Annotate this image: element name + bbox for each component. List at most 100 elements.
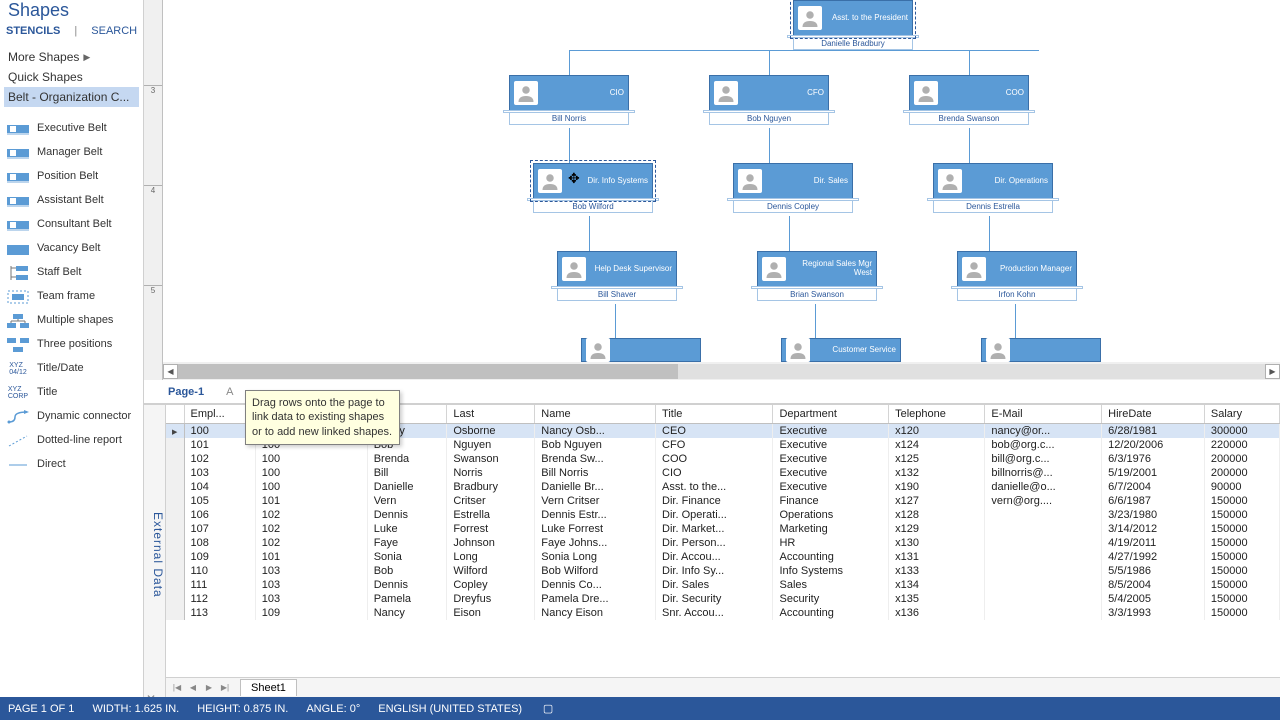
org-node[interactable]: CIOBill Norris bbox=[509, 75, 629, 125]
shapes-tabs: STENCILS | SEARCH bbox=[0, 25, 143, 43]
org-node[interactable]: Regional Sales Mgr WestBrian Swanson bbox=[757, 251, 877, 301]
org-node[interactable]: CFOBob Nguyen bbox=[709, 75, 829, 125]
stencil-label: Three positions bbox=[37, 338, 112, 351]
org-node[interactable]: Dir. Info SystemsBob Wilford bbox=[533, 163, 653, 213]
table-row[interactable]: 112103PamelaDreyfusPamela Dre...Dir. Sec… bbox=[166, 592, 1280, 606]
stencil-selected[interactable]: Belt - Organization C... bbox=[4, 87, 139, 107]
sheet-tab[interactable]: Sheet1 bbox=[240, 679, 297, 696]
tab-stencils[interactable]: STENCILS bbox=[6, 25, 60, 37]
stencil-label: Title/Date bbox=[37, 362, 84, 375]
stencil-label: Consultant Belt bbox=[37, 218, 112, 231]
shapes-panel: Shapes STENCILS | SEARCH More Shapes ▶ Q… bbox=[0, 0, 144, 697]
stencil-item[interactable]: Direct bbox=[4, 453, 139, 477]
status-bar: PAGE 1 OF 1 WIDTH: 1.625 IN. HEIGHT: 0.8… bbox=[0, 697, 1280, 720]
stencil-item[interactable]: Position Belt bbox=[4, 165, 139, 189]
sheet-prev-icon[interactable]: ◀ bbox=[186, 681, 200, 695]
stencil-icon bbox=[7, 266, 29, 280]
status-width: WIDTH: 1.625 IN. bbox=[92, 703, 179, 715]
horizontal-scrollbar[interactable]: ◀ ▶ bbox=[163, 362, 1280, 380]
stencil-label: Team frame bbox=[37, 290, 95, 303]
sheet-tabs: |◀ ◀ ▶ ▶| Sheet1 bbox=[166, 677, 1280, 697]
column-header[interactable]: Last bbox=[447, 405, 535, 424]
scroll-right-icon[interactable]: ▶ bbox=[1265, 364, 1280, 379]
column-header[interactable]: E-Mail bbox=[985, 405, 1102, 424]
stencil-icon bbox=[7, 146, 29, 160]
stencil-item[interactable]: Manager Belt bbox=[4, 141, 139, 165]
status-angle: ANGLE: 0° bbox=[306, 703, 360, 715]
table-row[interactable]: 104100DanielleBradburyDanielle Br...Asst… bbox=[166, 480, 1280, 494]
stencil-item[interactable]: XYZ04/12 Title/Date bbox=[4, 357, 139, 381]
stencil-item[interactable]: Team frame bbox=[4, 285, 139, 309]
sheet-first-icon[interactable]: |◀ bbox=[170, 681, 184, 695]
stencil-label: Title bbox=[37, 386, 57, 399]
status-language[interactable]: ENGLISH (UNITED STATES) bbox=[378, 703, 522, 715]
column-header[interactable]: HireDate bbox=[1102, 405, 1205, 424]
org-node[interactable]: Dir. OperationsDennis Estrella bbox=[933, 163, 1053, 213]
org-node[interactable]: Dir. SalesDennis Copley bbox=[733, 163, 853, 213]
column-header[interactable]: Department bbox=[773, 405, 889, 424]
external-data-panel: External Data Empl...Supervisor...FirstL… bbox=[144, 404, 1280, 697]
tab-page1[interactable]: Page-1 bbox=[162, 382, 210, 402]
column-header[interactable]: Telephone bbox=[889, 405, 985, 424]
external-data-label[interactable]: External Data bbox=[144, 405, 166, 697]
table-row[interactable]: 110103BobWilfordBob WilfordDir. Info Sy.… bbox=[166, 564, 1280, 578]
org-node[interactable] bbox=[581, 338, 701, 362]
stencil-label: Manager Belt bbox=[37, 146, 102, 159]
org-node[interactable]: Customer Service bbox=[781, 338, 901, 362]
stencil-item[interactable]: Three positions bbox=[4, 333, 139, 357]
stencil-icon bbox=[7, 242, 29, 256]
stencil-icon bbox=[7, 458, 29, 472]
shapes-title: Shapes bbox=[0, 0, 143, 25]
macro-record-icon[interactable]: ▢ bbox=[540, 701, 556, 717]
table-row[interactable]: 102100BrendaSwansonBrenda Sw...COOExecut… bbox=[166, 452, 1280, 466]
stencil-item[interactable]: Vacancy Belt bbox=[4, 237, 139, 261]
tab-search[interactable]: SEARCH bbox=[91, 25, 137, 37]
org-node[interactable]: Asst. to the PresidentDanielle Bradbury bbox=[793, 0, 913, 50]
stencil-item[interactable]: Dynamic connector bbox=[4, 405, 139, 429]
status-height: HEIGHT: 0.875 IN. bbox=[197, 703, 288, 715]
stencil-icon bbox=[7, 218, 29, 232]
org-node[interactable]: COOBrenda Swanson bbox=[909, 75, 1029, 125]
stencil-label: Staff Belt bbox=[37, 266, 81, 279]
stencil-icon: XYZ04/12 bbox=[7, 362, 29, 376]
stencil-label: Direct bbox=[37, 458, 66, 471]
tab-all[interactable]: A bbox=[226, 386, 233, 398]
sheet-last-icon[interactable]: ▶| bbox=[218, 681, 232, 695]
scroll-left-icon[interactable]: ◀ bbox=[163, 364, 178, 379]
stencil-icon bbox=[7, 170, 29, 184]
stencil-item[interactable]: Staff Belt bbox=[4, 261, 139, 285]
stencil-item[interactable]: Executive Belt bbox=[4, 117, 139, 141]
table-row[interactable]: 113109NancyEisonNancy EisonSnr. Accou...… bbox=[166, 606, 1280, 620]
sheet-next-icon[interactable]: ▶ bbox=[202, 681, 216, 695]
column-header[interactable]: Title bbox=[656, 405, 773, 424]
table-row[interactable]: 103100BillNorrisBill NorrisCIOExecutivex… bbox=[166, 466, 1280, 480]
drag-tooltip: Drag rows onto the page to link data to … bbox=[245, 390, 400, 445]
table-row[interactable]: 107102LukeForrestLuke ForrestDir. Market… bbox=[166, 522, 1280, 536]
table-row[interactable]: 109101SoniaLongSonia LongDir. Accou...Ac… bbox=[166, 550, 1280, 564]
org-node[interactable]: Help Desk SupervisorBill Shaver bbox=[557, 251, 677, 301]
stencil-item[interactable]: XYZCORPTitle bbox=[4, 381, 139, 405]
table-row[interactable]: 106102DennisEstrellaDennis Estr...Dir. O… bbox=[166, 508, 1280, 522]
column-header[interactable]: Salary bbox=[1204, 405, 1279, 424]
stencil-label: Assistant Belt bbox=[37, 194, 104, 207]
column-header[interactable]: Name bbox=[535, 405, 656, 424]
more-shapes[interactable]: More Shapes ▶ bbox=[8, 47, 135, 67]
drawing-canvas[interactable]: Asst. to the PresidentDanielle Bradbury C… bbox=[163, 0, 1280, 362]
stencil-list: Executive Belt Manager Belt Position Belt A… bbox=[0, 111, 143, 671]
table-row[interactable]: 105101VernCritserVern CritserDir. Financ… bbox=[166, 494, 1280, 508]
stencil-label: Position Belt bbox=[37, 170, 98, 183]
org-node[interactable]: Production ManagerIrfon Kohn bbox=[957, 251, 1077, 301]
shapes-menu: More Shapes ▶ Quick Shapes Belt - Organi… bbox=[0, 43, 143, 111]
quick-shapes[interactable]: Quick Shapes bbox=[8, 67, 135, 87]
table-row[interactable]: 108102FayeJohnsonFaye Johns...Dir. Perso… bbox=[166, 536, 1280, 550]
stencil-icon bbox=[7, 434, 29, 448]
stencil-label: Dynamic connector bbox=[37, 410, 131, 423]
table-row[interactable]: 111103DennisCopleyDennis Co...Dir. Sales… bbox=[166, 578, 1280, 592]
stencil-item[interactable]: Dotted-line report bbox=[4, 429, 139, 453]
org-node[interactable] bbox=[981, 338, 1101, 362]
data-grid-wrap[interactable]: Empl...Supervisor...FirstLastNameTitleDe… bbox=[166, 405, 1280, 677]
stencil-item[interactable]: Multiple shapes bbox=[4, 309, 139, 333]
chevron-right-icon: ▶ bbox=[83, 52, 90, 63]
stencil-item[interactable]: Assistant Belt bbox=[4, 189, 139, 213]
stencil-item[interactable]: Consultant Belt bbox=[4, 213, 139, 237]
